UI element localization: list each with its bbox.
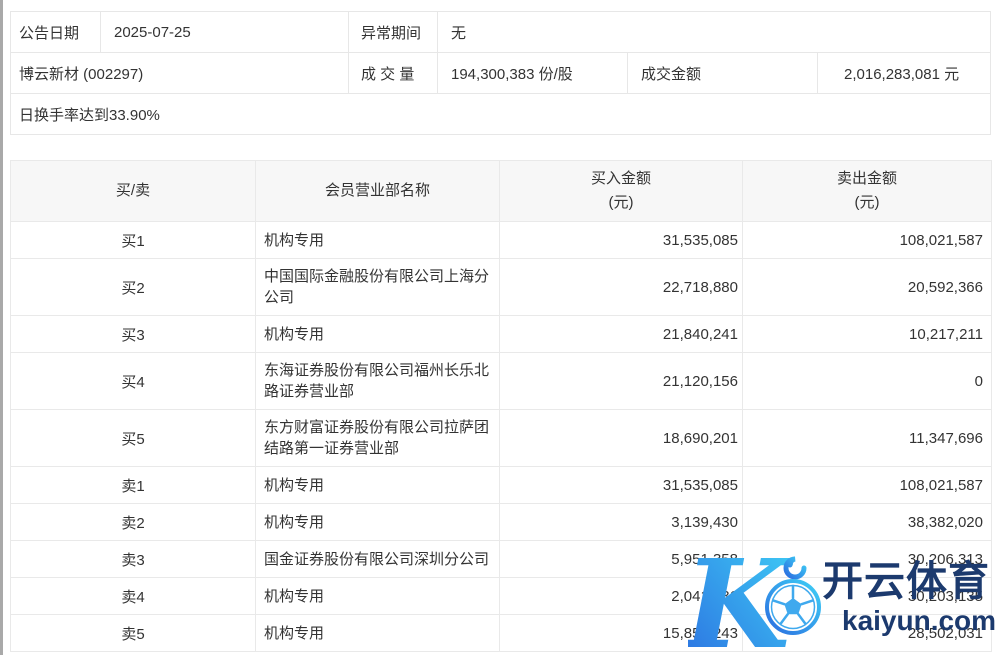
header-side: 买/卖 [11,161,256,222]
branch-cell: 机构专用 [256,504,500,541]
sell-amount-cell: 10,217,211 [743,316,992,353]
table-row-sell4: 卖4 机构专用 2,041,036 30,203,135 [11,578,992,615]
rank-cell: 买3 [11,316,256,353]
sell-amount-cell: 30,206,313 [743,541,992,578]
turnover-rate-note: 日换手率达到33.90% [11,94,349,134]
stock-name: 博云新材 (002297) [11,53,349,93]
buy-amount-cell: 5,951,358 [500,541,743,578]
header-branch: 会员营业部名称 [256,161,500,222]
volume-value: 194,300,383 份/股 [438,53,628,93]
rank-cell: 买1 [11,222,256,259]
announce-date-label: 公告日期 [11,12,101,52]
rank-cell: 卖5 [11,615,256,652]
sell-amount-cell: 38,382,020 [743,504,992,541]
header-buy-line2: (元) [500,191,742,215]
table-row-sell3: 卖3 国金证券股份有限公司深圳分公司 5,951,358 30,206,313 [11,541,992,578]
sell-amount-cell: 20,592,366 [743,259,992,316]
broker-seat-table: 买/卖 会员营业部名称 买入金额 (元) 卖出金额 (元) 买1 机构专用 31… [10,160,992,652]
branch-cell: 机构专用 [256,578,500,615]
rank-cell: 买2 [11,259,256,316]
buy-amount-cell: 15,850,243 [500,615,743,652]
table-header-row: 买/卖 会员营业部名称 买入金额 (元) 卖出金额 (元) [11,161,992,222]
buy-amount-cell: 18,690,201 [500,410,743,467]
buy-amount-cell: 3,139,430 [500,504,743,541]
sell-amount-cell: 11,347,696 [743,410,992,467]
header-sell-line1: 卖出金额 [743,167,991,191]
header-buy-line1: 买入金额 [500,167,742,191]
info-row-volume: 博云新材 (002297) 成 交 量 194,300,383 份/股 成交金额… [11,53,990,94]
branch-cell: 机构专用 [256,316,500,353]
info-row-date: 公告日期 2025-07-25 异常期间 无 [11,12,990,53]
table-row-sell5: 卖5 机构专用 15,850,243 28,502,031 [11,615,992,652]
rank-cell: 卖3 [11,541,256,578]
volume-label: 成 交 量 [349,53,438,93]
branch-cell: 东方财富证券股份有限公司拉萨团结路第一证券营业部 [256,410,500,467]
rank-cell: 卖2 [11,504,256,541]
branch-cell: 国金证券股份有限公司深圳分公司 [256,541,500,578]
header-sell-line2: (元) [743,191,991,215]
turnover-label: 成交金额 [628,53,818,93]
sell-amount-cell: 28,502,031 [743,615,992,652]
sell-amount-cell: 108,021,587 [743,467,992,504]
rank-cell: 卖4 [11,578,256,615]
branch-cell: 机构专用 [256,222,500,259]
table-row-buy4: 买4 东海证券股份有限公司福州长乐北路证券营业部 21,120,156 0 [11,353,992,410]
table-row-buy3: 买3 机构专用 21,840,241 10,217,211 [11,316,992,353]
table-row-buy1: 买1 机构专用 31,535,085 108,021,587 [11,222,992,259]
page-left-edge [0,0,3,655]
buy-amount-cell: 2,041,036 [500,578,743,615]
rank-cell: 卖1 [11,467,256,504]
branch-cell: 东海证券股份有限公司福州长乐北路证券营业部 [256,353,500,410]
turnover-value: 2,016,283,081 元 [818,53,990,93]
header-branch-label: 会员营业部名称 [325,182,430,199]
table-row-sell2: 卖2 机构专用 3,139,430 38,382,020 [11,504,992,541]
branch-cell: 中国国际金融股份有限公司上海分公司 [256,259,500,316]
buy-amount-cell: 21,120,156 [500,353,743,410]
sell-amount-cell: 30,203,135 [743,578,992,615]
header-buy-amount: 买入金额 (元) [500,161,743,222]
buy-amount-cell: 21,840,241 [500,316,743,353]
sell-amount-cell: 0 [743,353,992,410]
buy-amount-cell: 22,718,880 [500,259,743,316]
table-row-buy5: 买5 东方财富证券股份有限公司拉萨团结路第一证券营业部 18,690,201 1… [11,410,992,467]
buy-amount-cell: 31,535,085 [500,467,743,504]
sell-amount-cell: 108,021,587 [743,222,992,259]
announce-date-value: 2025-07-25 [101,12,349,52]
abnormal-period-value: 无 [438,12,990,52]
header-sell-amount: 卖出金额 (元) [743,161,992,222]
stock-info-panel: 公告日期 2025-07-25 异常期间 无 博云新材 (002297) 成 交… [10,11,991,135]
info-row-turnover-rate: 日换手率达到33.90% [11,94,990,134]
branch-cell: 机构专用 [256,467,500,504]
buy-amount-cell: 31,535,085 [500,222,743,259]
rank-cell: 买4 [11,353,256,410]
table-row-buy2: 买2 中国国际金融股份有限公司上海分公司 22,718,880 20,592,3… [11,259,992,316]
rank-cell: 买5 [11,410,256,467]
header-side-label: 买/卖 [116,182,150,199]
branch-cell: 机构专用 [256,615,500,652]
table-row-sell1: 卖1 机构专用 31,535,085 108,021,587 [11,467,992,504]
abnormal-period-label: 异常期间 [349,12,438,52]
